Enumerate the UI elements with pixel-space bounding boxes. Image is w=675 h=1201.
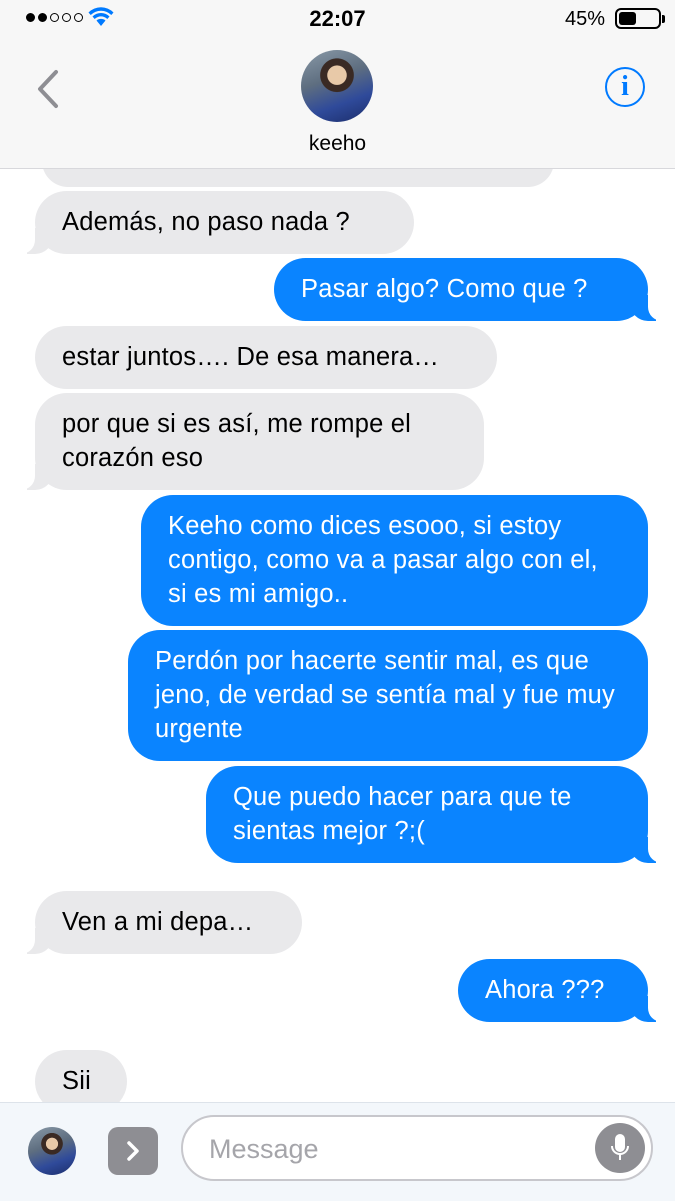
outgoing-message[interactable]: Perdón por hacerte sentir mal, es que je… (128, 630, 648, 761)
incoming-message[interactable]: Ven a mi depa… (19, 891, 302, 954)
info-icon[interactable]: i (605, 67, 645, 107)
battery-percent: 45% (564, 8, 605, 30)
outgoing-message[interactable]: Ahora ??? (458, 959, 664, 1022)
memoji-avatar-button[interactable] (28, 1127, 76, 1175)
incoming-message[interactable]: estar juntos…. De esa manera… (35, 326, 497, 389)
microphone-button[interactable] (595, 1123, 645, 1173)
partial-message-bubble (42, 169, 554, 187)
message-field[interactable] (181, 1115, 653, 1181)
message-thread[interactable]: Además, no paso nada ? Pasar algo? Como … (0, 169, 675, 1102)
apps-button[interactable] (108, 1127, 158, 1175)
battery-fill (619, 12, 636, 25)
status-bar: 22:07 45% (0, 0, 675, 36)
conversation-header: keeho i (0, 36, 675, 169)
contact-name[interactable]: keeho (0, 132, 675, 156)
contact-avatar[interactable] (301, 50, 373, 122)
compose-bar (0, 1102, 675, 1201)
microphone-icon (611, 1134, 629, 1160)
battery-icon (615, 8, 665, 29)
chevron-right-icon (127, 1141, 139, 1161)
incoming-message[interactable]: por que si es así, me rompe el corazón e… (19, 393, 484, 490)
chevron-left-icon[interactable] (30, 64, 70, 114)
incoming-message[interactable]: Además, no paso nada ? (19, 191, 414, 254)
message-input[interactable] (207, 1127, 591, 1171)
outgoing-message[interactable]: Pasar algo? Como que ? (274, 258, 664, 321)
outgoing-message[interactable]: Que puedo hacer para que te sientas mejo… (206, 766, 664, 863)
outgoing-message[interactable]: Keeho como dices esooo, si estoy contigo… (141, 495, 648, 626)
incoming-message[interactable]: Sii (35, 1050, 127, 1102)
